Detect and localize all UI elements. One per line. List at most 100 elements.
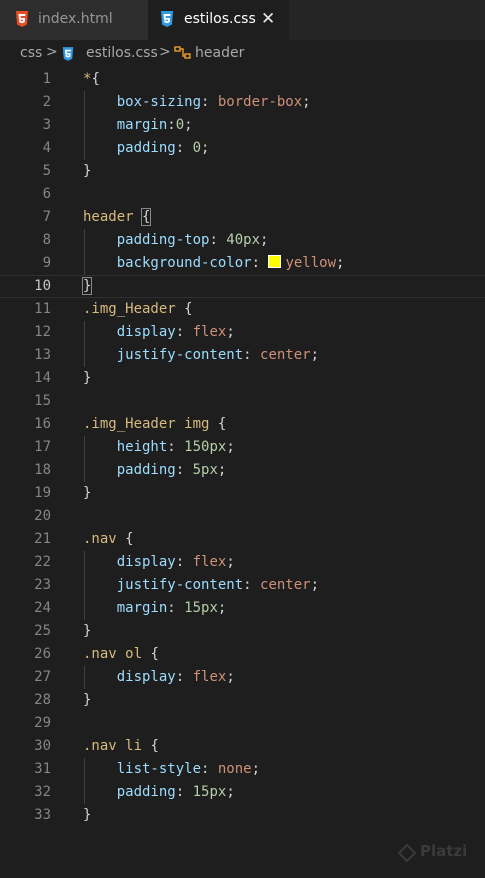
line-number: 22 xyxy=(34,554,51,570)
line-number: 25 xyxy=(34,623,51,639)
code-line: 1 *{ xyxy=(0,68,485,91)
line-number: 29 xyxy=(34,715,51,731)
code-text: padding: 0; xyxy=(116,140,210,156)
code-editor[interactable]: 1 *{ 2 box-sizing: border-box; 3 margin:… xyxy=(0,68,485,878)
code-line: 11 .img_Header { xyxy=(0,298,485,321)
code-text: } xyxy=(83,692,92,708)
line-number: 11 xyxy=(34,301,51,317)
line-number: 8 xyxy=(42,232,51,248)
code-line: 12 display: flex; xyxy=(0,321,485,344)
tab-bar: index.html estilos.css ✕ xyxy=(0,0,485,40)
code-text: list-style: none; xyxy=(116,761,261,777)
code-text: display: flex; xyxy=(116,554,235,570)
tab-index-html[interactable]: index.html xyxy=(0,0,148,40)
code-line: 7 header { xyxy=(0,206,485,229)
code-text: .nav ol { xyxy=(83,646,159,662)
code-line: 24 margin: 15px; xyxy=(0,597,485,620)
line-number: 3 xyxy=(42,117,51,133)
code-text: margin: 15px; xyxy=(116,600,227,616)
line-number: 6 xyxy=(42,186,51,202)
code-text: } xyxy=(83,485,92,501)
code-text: header { xyxy=(83,208,152,226)
line-number: 31 xyxy=(34,761,51,777)
code-line: 8 padding-top: 40px; xyxy=(0,229,485,252)
code-line: 32 padding: 15px; xyxy=(0,781,485,804)
html5-icon xyxy=(15,11,29,27)
code-line: 28 } xyxy=(0,689,485,712)
code-line: 21 .nav { xyxy=(0,528,485,551)
code-text: .img_Header { xyxy=(83,301,193,317)
code-text: padding: 15px; xyxy=(116,784,235,800)
line-number: 24 xyxy=(34,600,51,616)
line-number: 26 xyxy=(34,646,51,662)
code-text: justify-content: center; xyxy=(116,577,320,593)
code-line: 17 height: 150px; xyxy=(0,436,485,459)
code-line: 14 } xyxy=(0,367,485,390)
line-number: 9 xyxy=(42,255,51,271)
code-text: padding-top: 40px; xyxy=(116,232,269,248)
code-line: 27 display: flex; xyxy=(0,666,485,689)
code-text: .nav li { xyxy=(83,738,159,754)
code-line: 4 padding: 0; xyxy=(0,137,485,160)
code-text: } xyxy=(83,163,92,179)
tab-label: index.html xyxy=(38,11,113,27)
watermark: Platzi xyxy=(420,842,468,860)
code-line: 6 xyxy=(0,183,485,206)
code-line: 13 justify-content: center; xyxy=(0,344,485,367)
line-number: 17 xyxy=(34,439,51,455)
code-line: 26 .nav ol { xyxy=(0,643,485,666)
line-number: 27 xyxy=(34,669,51,685)
code-line: 22 display: flex; xyxy=(0,551,485,574)
code-text: box-sizing: border-box; xyxy=(116,94,311,110)
code-text: display: flex; xyxy=(116,324,235,340)
line-number: 32 xyxy=(34,784,51,800)
line-number: 30 xyxy=(34,738,51,754)
line-number: 20 xyxy=(34,508,51,524)
line-number: 1 xyxy=(42,71,51,87)
line-number: 10 xyxy=(34,278,51,294)
code-text: justify-content: center; xyxy=(116,347,320,363)
css3-icon xyxy=(160,11,174,27)
code-text: height: 150px; xyxy=(116,439,235,455)
code-text: } xyxy=(83,623,92,639)
code-line: 15 xyxy=(0,390,485,413)
code-text: .img_Header img { xyxy=(83,416,227,432)
line-number: 5 xyxy=(42,163,51,179)
code-text: background-color: yellow; xyxy=(116,255,345,271)
code-line: 33 } xyxy=(0,804,485,827)
color-swatch[interactable] xyxy=(268,255,282,268)
breadcrumb-file[interactable]: estilos.css xyxy=(86,45,158,61)
breadcrumb-folder[interactable]: css xyxy=(20,45,42,61)
code-line: 2 box-sizing: border-box; xyxy=(0,91,485,114)
code-text: display: flex; xyxy=(116,669,235,685)
code-line: 3 margin:0; xyxy=(0,114,485,137)
code-line: 29 xyxy=(0,712,485,735)
line-number: 19 xyxy=(34,485,51,501)
code-text: } xyxy=(83,370,92,386)
css3-icon xyxy=(62,46,74,65)
platzi-logo-icon xyxy=(397,843,417,866)
line-number: 21 xyxy=(34,531,51,547)
breadcrumb-symbol[interactable]: header xyxy=(195,45,244,61)
line-number: 18 xyxy=(34,462,51,478)
line-number: 16 xyxy=(34,416,51,432)
close-icon[interactable]: ✕ xyxy=(261,8,275,30)
line-number: 12 xyxy=(34,324,51,340)
code-line: 25 } xyxy=(0,620,485,643)
line-number: 14 xyxy=(34,370,51,386)
line-number: 23 xyxy=(34,577,51,593)
code-line: 20 xyxy=(0,505,485,528)
chevron-right-icon: > xyxy=(159,44,171,60)
tab-label: estilos.css xyxy=(184,11,256,27)
code-text: .nav { xyxy=(83,531,134,547)
symbol-class-icon xyxy=(174,45,192,65)
code-line: 16 .img_Header img { xyxy=(0,413,485,436)
tab-estilos-css[interactable]: estilos.css ✕ xyxy=(148,0,289,40)
code-text: } xyxy=(81,277,93,295)
code-text: } xyxy=(83,807,92,823)
code-text: margin:0; xyxy=(116,117,193,133)
code-line: 9 background-color: yellow; xyxy=(0,252,485,275)
code-line: 31 list-style: none; xyxy=(0,758,485,781)
code-line: 30 .nav li { xyxy=(0,735,485,758)
code-text: padding: 5px; xyxy=(116,462,227,478)
